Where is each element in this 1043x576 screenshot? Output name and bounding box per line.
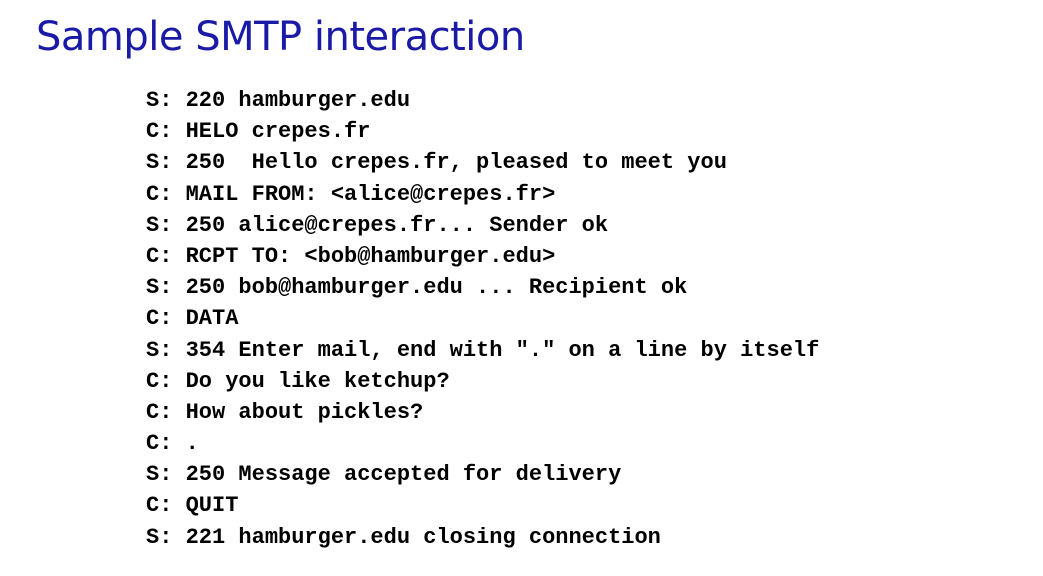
transcript-line: S: 250 Hello crepes.fr, pleased to meet … <box>146 150 727 176</box>
transcript-line: S: 354 Enter mail, end with "." on a lin… <box>146 337 820 363</box>
smtp-transcript: S: 220 hamburger.edu C: HELO crepes.fr S… <box>146 85 819 553</box>
transcript-line: C: How about pickles? <box>146 399 424 425</box>
transcript-line: S: 250 Message accepted for delivery <box>146 462 622 488</box>
transcript-line: C: . <box>146 431 199 457</box>
transcript-line: C: MAIL FROM: <alice@crepes.fr> <box>146 181 556 207</box>
transcript-line: S: 250 alice@crepes.fr... Sender ok <box>146 212 609 238</box>
transcript-line: S: 250 bob@hamburger.edu ... Recipient o… <box>146 275 688 301</box>
transcript-line: C: QUIT <box>146 493 239 519</box>
transcript-line: C: Do you like ketchup? <box>146 368 450 394</box>
transcript-line: S: 221 hamburger.edu closing connection <box>146 524 661 550</box>
transcript-line: C: DATA <box>146 306 239 332</box>
transcript-line: C: RCPT TO: <bob@hamburger.edu> <box>146 243 556 269</box>
transcript-line: C: HELO crepes.fr <box>146 119 371 145</box>
slide-title: Sample SMTP interaction <box>36 14 525 60</box>
transcript-line: S: 220 hamburger.edu <box>146 88 411 113</box>
